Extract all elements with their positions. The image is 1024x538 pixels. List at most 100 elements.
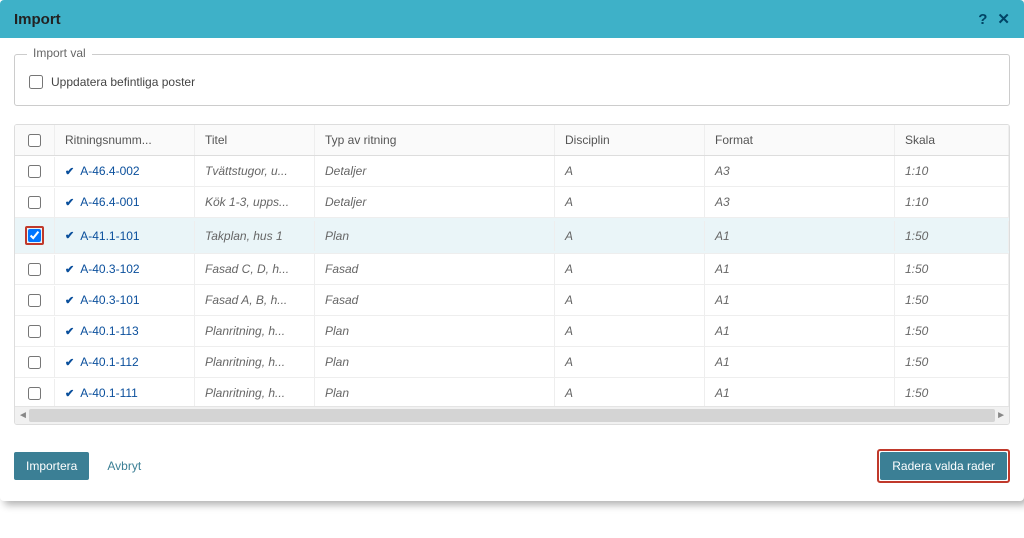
- row-discipline-cell: A: [555, 156, 705, 186]
- table-row[interactable]: ✔A-40.3-102Fasad C, D, h...FasadAA11:50: [15, 254, 1009, 285]
- row-number-cell[interactable]: ✔A-46.4-001: [55, 187, 195, 217]
- hscroll-thumb[interactable]: [29, 409, 995, 422]
- row-checkbox-cell[interactable]: [15, 255, 55, 284]
- row-scale-cell: 1:50: [895, 316, 1009, 346]
- header-type[interactable]: Typ av ritning: [315, 125, 555, 155]
- drawing-number-link[interactable]: ✔ A-40.1-113: [65, 324, 184, 338]
- row-title-cell: Fasad A, B, h...: [195, 285, 315, 315]
- dialog-header: Import ? ✕: [0, 0, 1024, 38]
- close-icon[interactable]: ✕: [997, 10, 1010, 28]
- checkmark-icon: ✔: [65, 294, 74, 307]
- drawing-number-link[interactable]: ✔ A-40.3-101: [65, 293, 184, 307]
- drawing-number-link[interactable]: ✔A-40.3-102: [65, 262, 184, 276]
- cancel-button[interactable]: Avbryt: [107, 459, 141, 473]
- row-discipline-cell: A: [555, 221, 705, 251]
- table-body[interactable]: ✔A-46.4-002Tvättstugor, u...DetaljerAA31…: [15, 156, 1009, 406]
- drawing-number-link[interactable]: ✔ A-40.1-111: [65, 386, 184, 400]
- update-existing-row[interactable]: Uppdatera befintliga poster: [29, 75, 995, 89]
- checkmark-icon: ✔: [65, 356, 74, 369]
- row-number-cell[interactable]: ✔A-40.1-112: [55, 347, 195, 377]
- row-title-cell: Planritning, h...: [195, 347, 315, 377]
- table-row[interactable]: ✔A-40.1-112 Planritning, h...PlanAA11:50: [15, 347, 1009, 378]
- row-discipline-cell: A: [555, 347, 705, 377]
- row-type-cell: Plan: [315, 347, 555, 377]
- drawing-number-link[interactable]: ✔A-40.1-112: [65, 355, 184, 369]
- header-format[interactable]: Format: [705, 125, 895, 155]
- row-number-cell[interactable]: ✔ A-40.1-111: [55, 378, 195, 406]
- row-checkbox[interactable]: [28, 229, 41, 242]
- row-checkbox-cell[interactable]: [15, 317, 55, 346]
- update-existing-checkbox[interactable]: [29, 75, 43, 89]
- row-title-cell: Planritning, h...: [195, 378, 315, 406]
- help-icon[interactable]: ?: [978, 11, 987, 28]
- row-number-cell[interactable]: ✔ A-40.3-101: [55, 285, 195, 315]
- import-dialog: Import ? ✕ Import val Uppdatera befintli…: [0, 0, 1024, 501]
- row-type-cell: Plan: [315, 378, 555, 406]
- header-discipline[interactable]: Disciplin: [555, 125, 705, 155]
- table-row[interactable]: ✔A-46.4-001Kök 1-3, upps...DetaljerAA31:…: [15, 187, 1009, 218]
- row-type-cell: Plan: [315, 316, 555, 346]
- row-title-cell: Tvättstugor, u...: [195, 156, 315, 186]
- table-header-row: Ritningsnumm... Titel Typ av ritning Dis…: [15, 125, 1009, 156]
- row-number-cell[interactable]: ✔A-41.1-101: [55, 221, 195, 251]
- row-checkbox-cell[interactable]: [15, 379, 55, 407]
- drawing-number-text: A-40.3-101: [80, 293, 139, 307]
- row-discipline-cell: A: [555, 378, 705, 406]
- row-title-cell: Planritning, h...: [195, 316, 315, 346]
- row-checkbox-cell[interactable]: [15, 218, 55, 253]
- row-format-cell: A1: [705, 347, 895, 377]
- drawing-number-text: A-46.4-002: [80, 164, 139, 178]
- row-checkbox-cell[interactable]: [15, 286, 55, 315]
- drawing-number-text: A-46.4-001: [80, 195, 139, 209]
- delete-button-highlight: Radera valda rader: [877, 449, 1010, 483]
- row-scale-cell: 1:50: [895, 347, 1009, 377]
- row-checkbox[interactable]: [28, 325, 41, 338]
- header-title[interactable]: Titel: [195, 125, 315, 155]
- row-format-cell: A1: [705, 285, 895, 315]
- scroll-left-icon[interactable]: ◄: [18, 410, 28, 421]
- drawing-number-link[interactable]: ✔A-46.4-001: [65, 195, 184, 209]
- drawing-number-text: A-41.1-101: [80, 229, 139, 243]
- import-options-fieldset: Import val Uppdatera befintliga poster: [14, 54, 1010, 106]
- row-checkbox[interactable]: [28, 294, 41, 307]
- header-number[interactable]: Ritningsnumm...: [55, 125, 195, 155]
- table-row[interactable]: ✔A-41.1-101Takplan, hus 1PlanAA11:50: [15, 218, 1009, 254]
- row-number-cell[interactable]: ✔A-40.3-102: [55, 254, 195, 284]
- footer-left: Importera Avbryt: [14, 452, 141, 480]
- checkmark-icon: ✔: [65, 325, 74, 338]
- row-type-cell: Fasad: [315, 285, 555, 315]
- drawing-number-link[interactable]: ✔A-46.4-002: [65, 164, 184, 178]
- table-row[interactable]: ✔A-40.3-101Fasad A, B, h...FasadAA11:50: [15, 285, 1009, 316]
- row-number-cell[interactable]: ✔ A-40.1-113: [55, 316, 195, 346]
- row-type-cell: Fasad: [315, 254, 555, 284]
- import-button[interactable]: Importera: [14, 452, 89, 480]
- drawing-number-link[interactable]: ✔A-41.1-101: [65, 229, 184, 243]
- update-existing-label: Uppdatera befintliga poster: [51, 75, 195, 89]
- row-checkbox[interactable]: [28, 356, 41, 369]
- checkmark-icon: ✔: [65, 387, 74, 400]
- header-scale[interactable]: Skala: [895, 125, 1009, 155]
- row-discipline-cell: A: [555, 285, 705, 315]
- select-all-checkbox[interactable]: [28, 134, 41, 147]
- row-title-cell: Fasad C, D, h...: [195, 254, 315, 284]
- table-row[interactable]: ✔A-40.1-111Planritning, h...PlanAA11:50: [15, 378, 1009, 406]
- table-row[interactable]: ✔A-40.1-113Planritning, h...PlanAA11:50: [15, 316, 1009, 347]
- row-checkbox[interactable]: [28, 196, 41, 209]
- row-checkbox-cell[interactable]: [15, 157, 55, 186]
- horizontal-scrollbar[interactable]: ◄ ►: [15, 406, 1009, 424]
- drawing-number-text: A-40.1-111: [80, 386, 138, 400]
- import-table: Ritningsnumm... Titel Typ av ritning Dis…: [14, 124, 1010, 425]
- row-checkbox-cell[interactable]: [15, 348, 55, 377]
- drawing-number-text: A-40.3-102: [80, 262, 139, 276]
- row-checkbox[interactable]: [28, 387, 41, 400]
- header-select-all[interactable]: [15, 125, 55, 155]
- row-checkbox[interactable]: [28, 263, 41, 276]
- drawing-number-text: A-40.1-113: [80, 324, 138, 338]
- row-checkbox[interactable]: [28, 165, 41, 178]
- row-checkbox-cell[interactable]: [15, 188, 55, 217]
- row-number-cell[interactable]: ✔A-46.4-002: [55, 156, 195, 186]
- scroll-right-icon[interactable]: ►: [996, 410, 1006, 421]
- table-row[interactable]: ✔A-46.4-002Tvättstugor, u...DetaljerAA31…: [15, 156, 1009, 187]
- delete-selected-button[interactable]: Radera valda rader: [880, 452, 1007, 480]
- row-format-cell: A1: [705, 221, 895, 251]
